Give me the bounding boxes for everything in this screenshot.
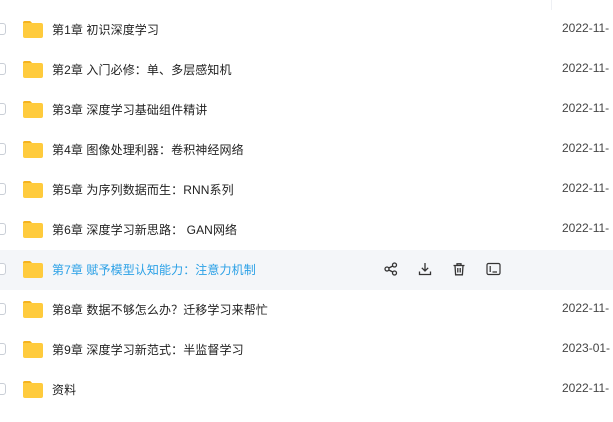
file-date: 2022-11- [562, 141, 610, 155]
folder-icon [23, 61, 43, 78]
file-row[interactable]: 第5章 为序列数据而生：RNN系列 2022-11- [0, 170, 613, 210]
folder-icon [23, 381, 43, 398]
folder-icon [23, 301, 43, 318]
delete-icon[interactable] [450, 260, 468, 278]
row-checkbox[interactable] [0, 383, 6, 395]
file-date: 2022-11- [562, 381, 610, 395]
share-icon[interactable] [382, 260, 400, 278]
file-row[interactable]: 第8章 数据不够怎么办？迁移学习来帮忙 2022-11- [0, 290, 613, 330]
file-date: 2022-11- [562, 181, 610, 195]
file-name[interactable]: 第6章 深度学习新思路： GAN网络 [52, 221, 237, 238]
file-row[interactable]: 第3章 深度学习基础组件精讲 2022-11- [0, 90, 613, 130]
row-checkbox[interactable] [0, 223, 6, 235]
row-checkbox[interactable] [0, 103, 6, 115]
file-name[interactable]: 第2章 入门必修：单、多层感知机 [52, 61, 232, 78]
file-row[interactable]: 资料 2022-11- [0, 370, 613, 410]
file-date: 2023-01- [562, 341, 611, 355]
file-name[interactable]: 第4章 图像处理利器：卷积神经网络 [52, 141, 244, 158]
file-date: 2022-11- [562, 221, 610, 235]
file-name[interactable]: 第7章 赋予模型认知能力：注意力机制 [52, 261, 256, 278]
row-checkbox[interactable] [0, 63, 6, 75]
folder-icon [23, 181, 43, 198]
column-divider [551, 0, 552, 10]
file-name[interactable]: 第8章 数据不够怎么办？迁移学习来帮忙 [52, 301, 268, 318]
folder-icon [23, 21, 43, 38]
folder-icon [23, 341, 43, 358]
file-date: 2022-11- [562, 61, 610, 75]
row-checkbox[interactable] [0, 263, 6, 275]
row-checkbox[interactable] [0, 343, 6, 355]
folder-icon [23, 101, 43, 118]
file-name[interactable]: 第1章 初识深度学习 [52, 21, 159, 38]
file-list: 第1章 初识深度学习 2022-11- 第2章 入门必修：单、多层感知机 202… [0, 0, 613, 422]
file-name[interactable]: 资料 [52, 381, 76, 398]
file-row[interactable]: 第2章 入门必修：单、多层感知机 2022-11- [0, 50, 613, 90]
folder-icon [23, 141, 43, 158]
rename-icon[interactable] [484, 260, 502, 278]
row-checkbox[interactable] [0, 23, 6, 35]
file-row[interactable]: 第4章 图像处理利器：卷积神经网络 2022-11- [0, 130, 613, 170]
file-row[interactable]: 第6章 深度学习新思路： GAN网络 2022-11- [0, 210, 613, 250]
file-date: 2022-11- [562, 21, 610, 35]
file-row-hovered[interactable]: 第7章 赋予模型认知能力：注意力机制 [0, 250, 613, 290]
file-name[interactable]: 第5章 为序列数据而生：RNN系列 [52, 181, 234, 198]
file-row[interactable]: 第9章 深度学习新范式：半监督学习 2023-01- [0, 330, 613, 370]
row-checkbox[interactable] [0, 183, 6, 195]
file-date: 2022-11- [562, 101, 610, 115]
file-name[interactable]: 第3章 深度学习基础组件精讲 [52, 101, 207, 118]
file-date: 2022-11- [562, 301, 610, 315]
row-checkbox[interactable] [0, 303, 6, 315]
row-checkbox[interactable] [0, 143, 6, 155]
download-icon[interactable] [416, 260, 434, 278]
folder-icon [23, 221, 43, 238]
file-name[interactable]: 第9章 深度学习新范式：半监督学习 [52, 341, 244, 358]
file-row[interactable]: 第1章 初识深度学习 2022-11- [0, 10, 613, 50]
folder-icon [23, 261, 43, 278]
